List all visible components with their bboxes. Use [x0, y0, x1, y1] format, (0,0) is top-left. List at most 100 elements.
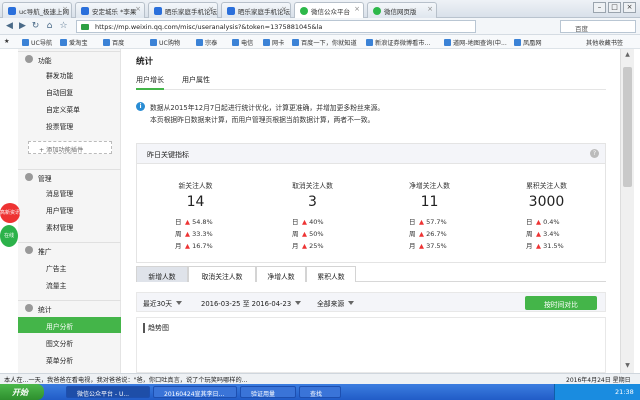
bookmark-item[interactable]: 凤凰网 — [514, 38, 542, 47]
sidebar-item-materials[interactable]: 素材管理 — [18, 218, 121, 234]
bookmark-label: 宗泰 — [205, 40, 218, 47]
taskbar-item[interactable]: 微信公众平台 - U... — [66, 386, 150, 398]
notice-line: 数据从2015年12月7日起进行统计优化，计算更准确，并增加更多粉丝来源。 — [150, 104, 385, 112]
bookmark-item[interactable]: 新浪证券微博看市... — [366, 38, 430, 47]
sidebar-item-users[interactable]: 用户管理 — [18, 201, 121, 217]
close-icon[interactable]: × — [62, 5, 68, 13]
bookmarks-extra[interactable]: 其他收藏书签 — [586, 38, 623, 47]
tab-total-users[interactable]: 累积人数 — [306, 266, 356, 282]
sidebar-item-label: 用户管理 — [46, 207, 74, 215]
forward-icon[interactable]: ▶ — [17, 21, 28, 32]
vertical-scrollbar[interactable]: ▲ ▼ — [620, 49, 634, 373]
info-icon: i — [136, 102, 145, 111]
kpi-change-row: 周 ▲ 26.7% — [409, 228, 447, 238]
main-content: 统计 用户增长 用户属性 i 数据从2015年12月7日起进行统计优化，计算更准… — [122, 49, 619, 373]
star-icon[interactable]: ☆ — [58, 21, 69, 32]
period-label: 周 — [526, 230, 533, 238]
sidebar-item-messages[interactable]: 消息管理 — [18, 184, 121, 200]
system-tray: 21:38 — [554, 384, 640, 400]
maximize-icon[interactable]: □ — [608, 2, 621, 13]
range-select[interactable]: 最近30天 — [143, 298, 183, 308]
bookmark-item[interactable]: 爱淘宝 — [60, 38, 88, 47]
tab-user-growth[interactable]: 用户增长 — [136, 75, 164, 90]
range-value: 最近30天 — [143, 300, 173, 308]
bookmark-item[interactable]: 道网-地图查询(中... — [444, 38, 507, 47]
scroll-down-icon[interactable]: ▼ — [623, 362, 632, 371]
taskbar-item[interactable]: 查找 — [299, 386, 341, 398]
close-window-icon[interactable]: × — [623, 2, 636, 13]
url-field[interactable]: https://mp.weixin.qq.com/misc/useranalys… — [76, 20, 476, 33]
browser-tab[interactable]: 晒乐家庭手机论坛 × — [148, 2, 218, 18]
star-icon[interactable]: ★ — [4, 38, 10, 45]
sidebar-item-advertiser[interactable]: 广告主 — [18, 259, 121, 275]
kpi-header: 昨日关键指标? — [137, 144, 605, 164]
sidebar-item-custom-menu[interactable]: 自定义菜单 — [18, 100, 121, 116]
taskbar-item[interactable]: 验证用量 — [240, 386, 296, 398]
close-icon[interactable]: × — [354, 5, 360, 13]
scroll-up-icon[interactable]: ▲ — [623, 51, 632, 60]
sidebar-item-article-analysis[interactable]: 图文分析 — [18, 334, 121, 350]
clock[interactable]: 21:38 — [615, 388, 634, 396]
kpi-label: 新关注人数 — [178, 182, 213, 190]
tab-label: 微信公众平台 — [311, 8, 350, 16]
arrow-up-icon: ▲ — [302, 230, 307, 238]
kpi-change-row: 周 ▲ 3.4% — [526, 228, 560, 238]
bookmark-item[interactable]: UC购物 — [150, 38, 180, 47]
window-controls: – □ × — [593, 2, 636, 13]
change-pct: 0.4% — [543, 218, 560, 226]
scroll-thumb[interactable] — [623, 67, 632, 187]
close-icon[interactable]: × — [135, 5, 141, 13]
bookmark-icon — [444, 39, 451, 46]
close-icon[interactable]: × — [208, 5, 214, 13]
bookmark-item[interactable]: 百度一下，你就知道 — [292, 38, 357, 47]
browser-tab[interactable]: 安定城乐 *李果 × — [75, 2, 145, 18]
sidebar-item-auto-reply[interactable]: 自动回复 — [18, 83, 121, 99]
sidebar-item-vote[interactable]: 投票管理 — [18, 117, 121, 133]
arrow-up-icon: ▲ — [419, 218, 424, 226]
bookmark-item[interactable]: UC导航 — [22, 38, 52, 47]
search-field[interactable]: 百度 — [560, 20, 636, 33]
bookmark-item[interactable]: 百度 — [103, 38, 124, 47]
sidebar-item-mass-send[interactable]: 群发功能 — [18, 66, 121, 82]
taskbar-item[interactable]: 20160424宣其李日... — [153, 386, 237, 398]
close-icon[interactable]: × — [427, 5, 433, 13]
floating-news-badge[interactable]: 高新资讯 — [0, 203, 20, 223]
tab-net-users[interactable]: 净增人数 — [256, 266, 306, 282]
date-range-field[interactable]: 2016-03-25 至 2016-04-23 — [201, 298, 302, 308]
kpi-unfollowers: 取消关注人数 3 日 ▲ 40% 周 ▲ 50% 月 ▲ 25% — [254, 164, 371, 263]
trend-title: 趋势图 — [143, 323, 169, 333]
bookmark-label: 爱淘宝 — [69, 40, 88, 47]
tab-user-attributes[interactable]: 用户属性 — [182, 75, 210, 90]
change-pct: 31.5% — [543, 242, 564, 250]
compare-by-time-button[interactable]: 按时间对比 — [525, 296, 597, 310]
floating-online-badge[interactable]: 在线 — [0, 225, 18, 247]
home-icon[interactable]: ⌂ — [44, 21, 55, 32]
sidebar-item-user-analysis[interactable]: 用户分析 — [18, 317, 121, 333]
add-plugin-button[interactable]: + 添加功能插件 — [28, 141, 112, 154]
kpi-change-row: 月 ▲ 16.7% — [175, 240, 213, 250]
page-title: 统计 — [136, 57, 154, 67]
bookmark-item[interactable]: 电信 — [232, 38, 253, 47]
minimize-icon[interactable]: – — [593, 2, 606, 13]
back-icon[interactable]: ◀ — [4, 21, 15, 32]
bookmark-item[interactable]: 网卡 — [263, 38, 284, 47]
browser-tab[interactable]: 晒乐家庭手机论坛 × — [221, 2, 291, 18]
source-select[interactable]: 全部来源 — [317, 298, 355, 308]
browser-tab[interactable]: 微信网页版 × — [367, 2, 437, 18]
close-icon[interactable]: × — [281, 5, 287, 13]
refresh-icon[interactable]: ↻ — [30, 21, 41, 32]
help-icon[interactable]: ? — [590, 149, 599, 158]
tab-new-users[interactable]: 新增人数 — [136, 266, 188, 282]
browser-tab-active[interactable]: 微信公众平台 × — [294, 2, 364, 19]
kpi-net-followers: 净增关注人数 11 日 ▲ 57.7% 周 ▲ 26.7% 月 ▲ 37.5% — [371, 164, 488, 263]
change-pct: 25% — [309, 242, 324, 250]
wechat-icon — [373, 7, 381, 15]
browser-tab[interactable]: uc导航_极速上网 × — [2, 2, 72, 18]
start-button[interactable]: 开始 — [0, 384, 44, 400]
sidebar-item-traffic-owner[interactable]: 流量主 — [18, 276, 121, 292]
sidebar-item-menu-analysis[interactable]: 菜单分析 — [18, 351, 121, 367]
tab-unfollow-users[interactable]: 取消关注人数 — [188, 266, 256, 282]
bookmark-item[interactable]: 宗泰 — [196, 38, 217, 47]
page-icon — [227, 7, 235, 15]
metric-tab-bar: 新增人数 取消关注人数 净增人数 累积人数 — [136, 266, 606, 282]
